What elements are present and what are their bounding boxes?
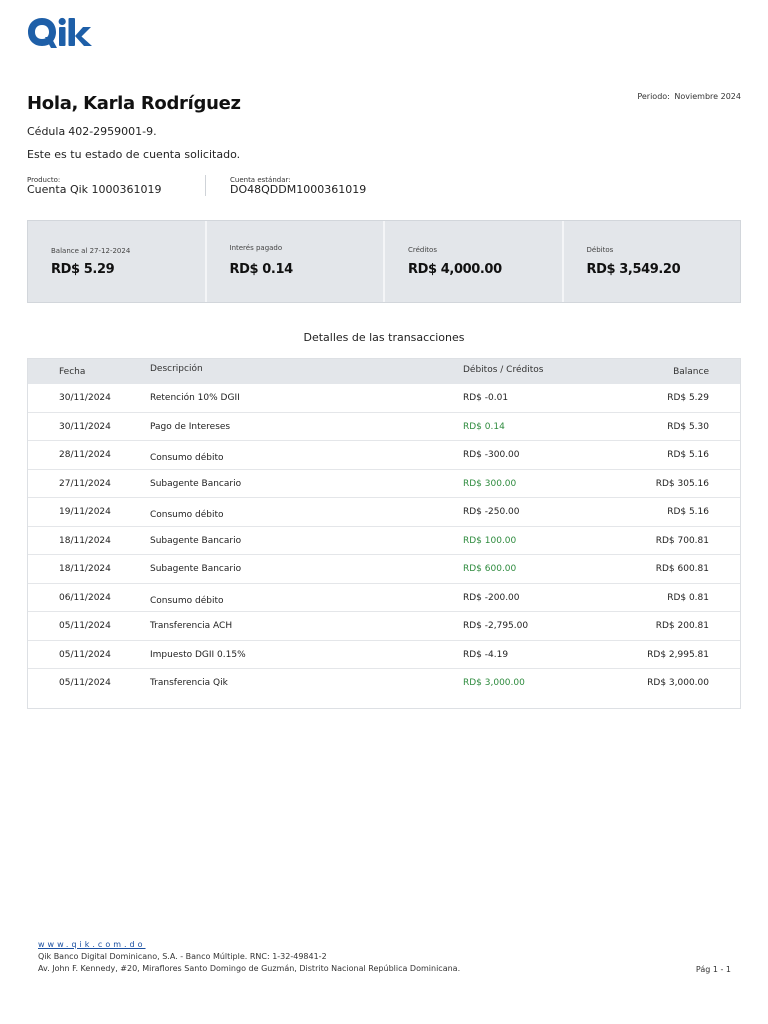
row-amount: RD$ 300.00 bbox=[463, 478, 517, 489]
row-description: Retención 10% DGII bbox=[150, 393, 240, 403]
row-date: 05/11/2024 bbox=[59, 621, 111, 631]
row-description: Subagente Bancario bbox=[150, 478, 242, 489]
table-row: 28/11/2024 Consumo débito RD$ -300.00 RD$ 5… bbox=[28, 441, 740, 470]
table-row: 19/11/2024 Consumo débito RD$ -250.00 RD$ 5… bbox=[28, 498, 740, 527]
transactions-table: Fecha Descripción Débitos / Créditos Bal… bbox=[27, 358, 741, 709]
row-balance: RD$ 0.81 bbox=[667, 592, 709, 603]
row-amount: RD$ -4.19 bbox=[463, 649, 509, 660]
summary-credits: Créditos RD$ 4,000.00 bbox=[385, 221, 564, 302]
row-amount: RD$ -200.00 bbox=[463, 592, 520, 603]
table-row: 05/11/2024 Impuesto DGII 0.15% RD$ -4.19 RD… bbox=[28, 641, 740, 669]
account-info: Cuenta estándar: DO48QDDM1000361019 bbox=[230, 176, 366, 196]
company-line: Qik Banco Digital Dominicano, S.A. - Ban… bbox=[38, 952, 327, 961]
table-row: 05/11/2024 Transferencia Qik RD$ 3,000.00 R… bbox=[28, 669, 740, 698]
row-balance: RD$ 3,000.00 bbox=[647, 678, 709, 688]
row-balance: RD$ 600.81 bbox=[655, 564, 709, 574]
col-description: Descripción bbox=[150, 364, 203, 374]
row-description: Consumo débito bbox=[150, 453, 224, 463]
table-header: Fecha Descripción Débitos / Créditos Bal… bbox=[28, 359, 740, 384]
row-balance: RD$ 5.16 bbox=[667, 507, 709, 517]
row-date: 27/11/2024 bbox=[59, 478, 111, 489]
row-date: 05/11/2024 bbox=[59, 649, 111, 660]
row-description: Consumo débito bbox=[150, 510, 224, 520]
address-line: Av. John F. Kennedy, #20, Miraflores San… bbox=[38, 964, 461, 973]
row-amount: RD$ -0.01 bbox=[463, 393, 509, 403]
cedula-line: Cédula 402-2959001-9. bbox=[27, 125, 157, 138]
row-amount: RD$ -300.00 bbox=[463, 450, 520, 460]
row-description: Consumo débito bbox=[150, 595, 224, 606]
table-row: 27/11/2024 Subagente Bancario RD$ 300.00 RD… bbox=[28, 470, 740, 498]
row-amount: RD$ 0.14 bbox=[463, 421, 505, 432]
row-description: Transferencia Qik bbox=[150, 678, 228, 688]
row-amount: RD$ 600.00 bbox=[463, 564, 517, 574]
summary-interest: Interés pagado RD$ 0.14 bbox=[207, 221, 385, 302]
footer: www.qik.com.do Qik Banco Digital Dominic… bbox=[38, 940, 731, 975]
customer-name: Karla Rodríguez bbox=[83, 93, 241, 114]
row-balance: RD$ 2,995.81 bbox=[647, 649, 709, 660]
product-info: Producto: Cuenta Qik 1000361019 bbox=[27, 176, 162, 196]
row-description: Subagente Bancario bbox=[150, 535, 242, 546]
summary-panel: Balance al 27-12-2024 RD$ 5.29 Interés p… bbox=[27, 220, 741, 303]
row-description: Subagente Bancario bbox=[150, 564, 242, 574]
row-amount: RD$ 3,000.00 bbox=[463, 678, 525, 688]
col-date: Fecha bbox=[59, 367, 86, 377]
row-date: 06/11/2024 bbox=[59, 592, 111, 603]
divider bbox=[205, 175, 206, 196]
intro-text: Este es tu estado de cuenta solicitado. bbox=[27, 148, 241, 161]
table-row: 30/11/2024 Retención 10% DGII RD$ -0.01 RD$… bbox=[28, 384, 740, 413]
statement-period: Periodo: Noviembre 2024 bbox=[637, 92, 741, 101]
table-row: 06/11/2024 Consumo débito RD$ -200.00 RD$ 0… bbox=[28, 584, 740, 612]
col-balance: Balance bbox=[673, 367, 709, 377]
greeting-heading: Hola, Karla Rodríguez bbox=[27, 93, 241, 114]
row-date: 30/11/2024 bbox=[59, 421, 111, 432]
website-link[interactable]: www.qik.com.do bbox=[38, 940, 731, 949]
table-row: 30/11/2024 Pago de Intereses RD$ 0.14 RD$ 5… bbox=[28, 413, 740, 441]
row-date: 30/11/2024 bbox=[59, 393, 111, 403]
table-body: 30/11/2024 Retención 10% DGII RD$ -0.01 RD$… bbox=[28, 384, 740, 698]
row-amount: RD$ -2,795.00 bbox=[463, 621, 529, 631]
table-row: 05/11/2024 Transferencia ACH RD$ -2,795.00… bbox=[28, 612, 740, 641]
table-row: 18/11/2024 Subagente Bancario RD$ 600.00 RD… bbox=[28, 555, 740, 584]
account-value: DO48QDDM1000361019 bbox=[230, 183, 367, 196]
row-date: 05/11/2024 bbox=[59, 678, 111, 688]
row-balance: RD$ 5.16 bbox=[667, 450, 709, 460]
table-row: 18/11/2024 Subagente Bancario RD$ 100.00 RD… bbox=[28, 527, 740, 555]
page-number: Pág 1 - 1 bbox=[695, 965, 731, 974]
row-date: 18/11/2024 bbox=[59, 564, 111, 574]
product-value: Cuenta Qik 1000361019 bbox=[27, 183, 162, 196]
row-description: Pago de Intereses bbox=[150, 421, 231, 432]
row-balance: RD$ 5.30 bbox=[667, 421, 709, 432]
row-balance: RD$ 200.81 bbox=[655, 621, 709, 631]
summary-debits: Débitos RD$ 3,549.20 bbox=[586, 246, 681, 277]
transactions-title: Detalles de las transacciones bbox=[303, 331, 465, 344]
row-balance: RD$ 5.29 bbox=[667, 393, 709, 403]
row-date: 28/11/2024 bbox=[59, 450, 111, 460]
row-description: Impuesto DGII 0.15% bbox=[150, 649, 246, 660]
row-date: 19/11/2024 bbox=[59, 507, 111, 517]
summary-balance: Balance al 27-12-2024 RD$ 5.29 bbox=[28, 221, 207, 302]
col-amount: Débitos / Créditos bbox=[463, 365, 544, 375]
qik-logo bbox=[28, 17, 92, 48]
row-balance: RD$ 700.81 bbox=[655, 535, 709, 546]
row-amount: RD$ 100.00 bbox=[463, 535, 517, 546]
row-date: 18/11/2024 bbox=[59, 535, 111, 546]
row-description: Transferencia ACH bbox=[150, 621, 233, 631]
row-amount: RD$ -250.00 bbox=[463, 507, 520, 517]
row-balance: RD$ 305.16 bbox=[655, 478, 709, 489]
